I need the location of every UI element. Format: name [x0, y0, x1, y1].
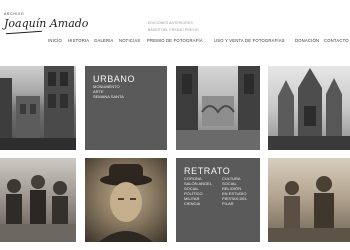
nav-item-premio[interactable]: PREMIO DE FOTOGRAFÍA: [147, 38, 203, 43]
logo-flourish: [6, 30, 42, 35]
subnav-link-previous-editions[interactable]: EDICIONES ANTERIORES: [148, 20, 199, 27]
gallery-tile-cathedral-photo[interactable]: [268, 66, 350, 150]
nav-item-historia[interactable]: HISTORIA: [68, 38, 89, 43]
nav-item-galeria[interactable]: GALERÍA: [94, 38, 114, 43]
group-photo-image: [0, 175, 76, 242]
retrato-title: RETRATO: [184, 166, 231, 176]
children-photo-image: [268, 176, 350, 242]
urbano-link-semana-santa[interactable]: SEMANA SANTA: [93, 94, 124, 99]
archive-logo[interactable]: ARCHIVO Joaquín Amado: [4, 4, 88, 38]
secondary-links: EDICIONES ANTERIORES BASES DEL PREMIO PR…: [148, 20, 199, 34]
portrait-photo-image: [99, 164, 153, 242]
site-header: ARCHIVO Joaquín Amado EDICIONES ANTERIOR…: [0, 0, 350, 62]
logo-script-text: Joaquín Amado: [4, 17, 89, 30]
nav-item-noticias[interactable]: NOTICIAS: [119, 38, 140, 43]
nav-item-contacto[interactable]: CONTACTO: [324, 38, 349, 43]
nav-item-donacion[interactable]: DONACIÓN: [295, 38, 319, 43]
nav-item-inicio[interactable]: INICIO: [48, 38, 62, 43]
cathedral-photo-image: [268, 68, 350, 150]
gallery-tile-urbano[interactable]: URBANO MONUMENTO ARTE SEMANA SANTA: [85, 66, 167, 150]
gallery-tile-portrait-photo[interactable]: [85, 158, 167, 242]
gallery-tile-cloister-photo[interactable]: [176, 66, 260, 150]
cloister-photo-image: [176, 66, 260, 150]
retrato-link-pilar[interactable]: PILAR: [222, 201, 247, 206]
urbano-categories: MONUMENTO ARTE SEMANA SANTA: [93, 84, 124, 99]
retrato-categories-col2: CULTURA SOCIAL RELIGIÓN EN ESTUDIO FIEST…: [222, 176, 247, 206]
gallery-tile-group-photo[interactable]: [0, 158, 76, 242]
logo-small-text: ARCHIVO: [4, 12, 25, 16]
gallery-tile-children-photo[interactable]: [268, 158, 350, 242]
urbano-title: URBANO: [93, 74, 136, 84]
retrato-categories-col1: CORONA SALÓN ANGEL SOCIAL POLÍTICO MILIT…: [184, 176, 212, 206]
gallery-tile-retrato[interactable]: RETRATO CORONA SALÓN ANGEL SOCIAL POLÍTI…: [176, 158, 260, 242]
retrato-link-ciencia[interactable]: CIENCIA: [184, 201, 212, 206]
street-photo-image: [0, 66, 76, 150]
main-nav: INICIO HISTORIA GALERÍA NOTICIAS PREMIO …: [0, 38, 350, 48]
subnav-link-prize-rules[interactable]: BASES DEL PREMIO PREVIO: [148, 27, 199, 34]
nav-item-uso-venta[interactable]: USO Y VENTA DE FOTOGRAFÍAS: [214, 38, 285, 43]
gallery-tile-street-photo[interactable]: [0, 66, 76, 150]
